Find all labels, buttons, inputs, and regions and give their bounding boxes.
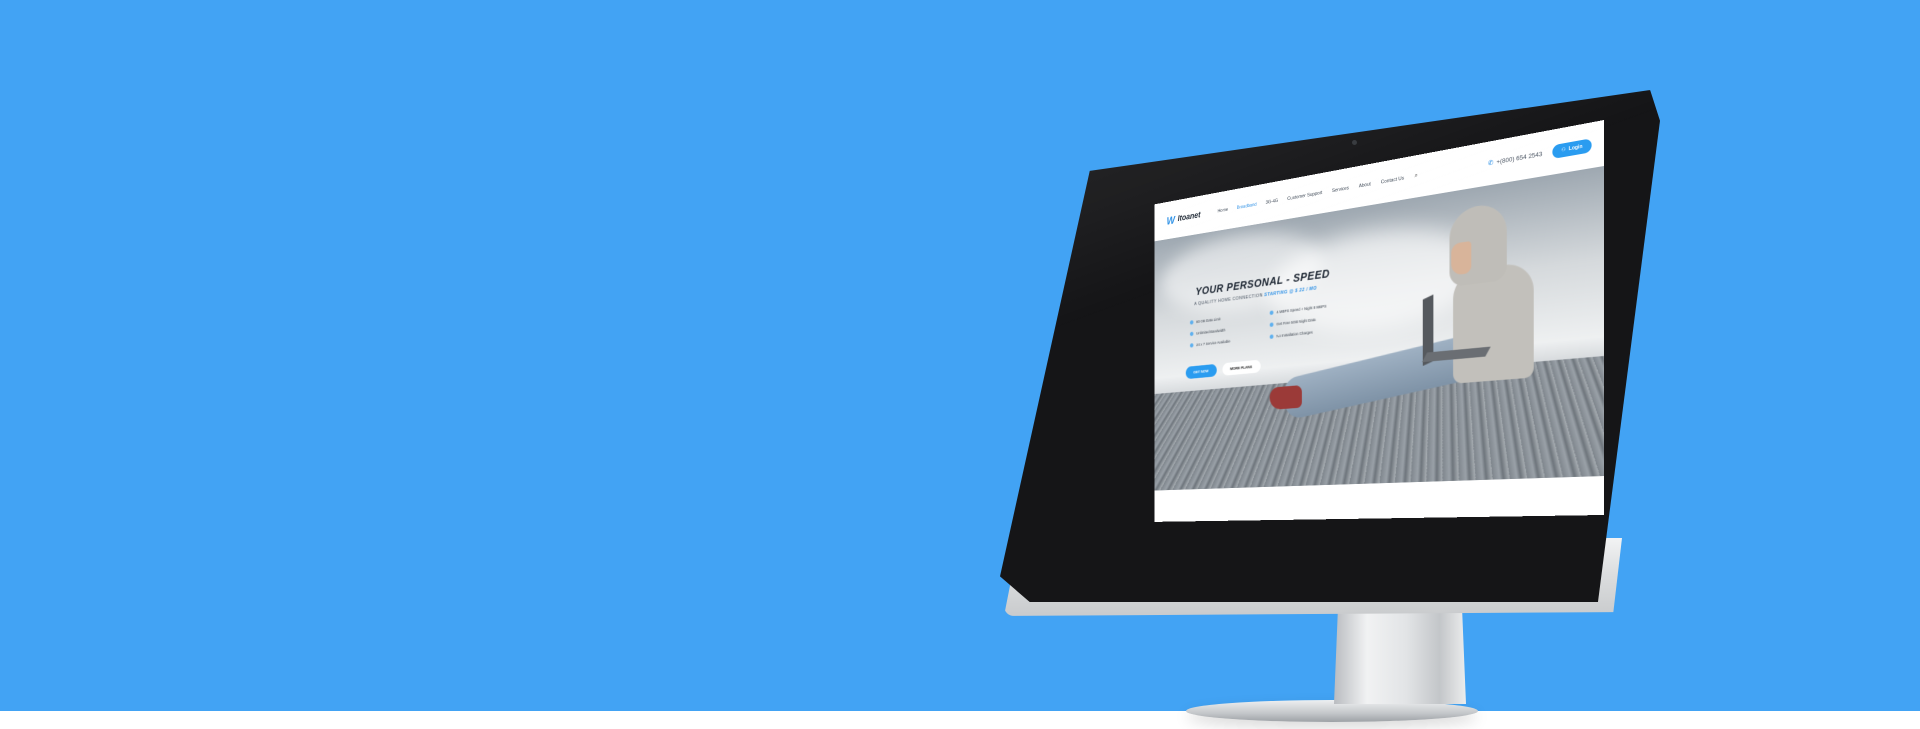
user-icon: ⚇ (1561, 147, 1565, 154)
imac-mockup: ★ W Itoanet Home Broadband 3G-4G Custome… (0, 0, 1920, 729)
person-shoe (1270, 385, 1302, 410)
more-plans-button[interactable]: MORE PLANS (1222, 360, 1260, 376)
site-logo-text: Itoanet (1178, 210, 1201, 223)
feature-item: 24 x 7 Service Available (1190, 336, 1262, 348)
nav-item-home[interactable]: Home (1218, 207, 1229, 214)
hero-cta-group: GET NOW MORE PLANS (1186, 360, 1260, 380)
check-dot-icon (1270, 334, 1274, 339)
imac-stand-neck (1334, 608, 1466, 704)
login-button[interactable]: ⚇ Login (1552, 138, 1591, 159)
nav-item-3g-4g[interactable]: 3G-4G (1266, 198, 1279, 205)
check-dot-icon (1190, 332, 1193, 337)
site-phone[interactable]: ✆ +(800) 654 2543 (1488, 150, 1542, 167)
site-phone-number: +(800) 654 2543 (1496, 151, 1542, 166)
person-face (1451, 241, 1471, 276)
nav-item-customer-support[interactable]: Customer Support (1287, 190, 1322, 201)
phone-icon: ✆ (1488, 159, 1493, 168)
nav-item-about[interactable]: About (1359, 182, 1371, 189)
feature-item: 80 GB Data Limit (1190, 312, 1262, 325)
check-dot-icon (1190, 343, 1193, 347)
check-dot-icon (1270, 310, 1274, 315)
feature-item: Get Free 5GB Night Data (1270, 314, 1349, 327)
search-icon[interactable]: ⌕ (1414, 172, 1417, 180)
nav-item-services[interactable]: Services (1332, 186, 1349, 194)
logo-w-icon: W (1167, 213, 1175, 227)
feature-item: No Installation Charges (1270, 326, 1349, 339)
feature-label: No Installation Charges (1276, 330, 1312, 338)
nav-item-broadband[interactable]: Broadband (1237, 202, 1257, 211)
feature-label: Get Free 5GB Night Data (1276, 317, 1315, 326)
screen-viewport: W Itoanet Home Broadband 3G-4G Customer … (1064, 120, 1604, 515)
check-dot-icon (1270, 322, 1274, 327)
feature-label: Unlimited Bandwidth (1196, 328, 1225, 335)
login-button-label: Login (1569, 144, 1583, 152)
feature-label: 24 x 7 Service Available (1196, 339, 1230, 347)
feature-label: 80 GB Data Limit (1196, 317, 1220, 324)
nav-item-contact-us[interactable]: Contact Us (1381, 176, 1404, 186)
hero-person-with-laptop (1405, 197, 1533, 455)
feature-item: Unlimited Bandwidth (1190, 324, 1262, 336)
check-dot-icon (1190, 320, 1193, 325)
get-now-button[interactable]: GET NOW (1186, 364, 1217, 379)
website-screen: W Itoanet Home Broadband 3G-4G Customer … (1154, 120, 1604, 522)
site-nav-right: ✆ +(800) 654 2543 ⚇ Login (1488, 138, 1592, 170)
site-logo[interactable]: W Itoanet (1167, 209, 1201, 227)
